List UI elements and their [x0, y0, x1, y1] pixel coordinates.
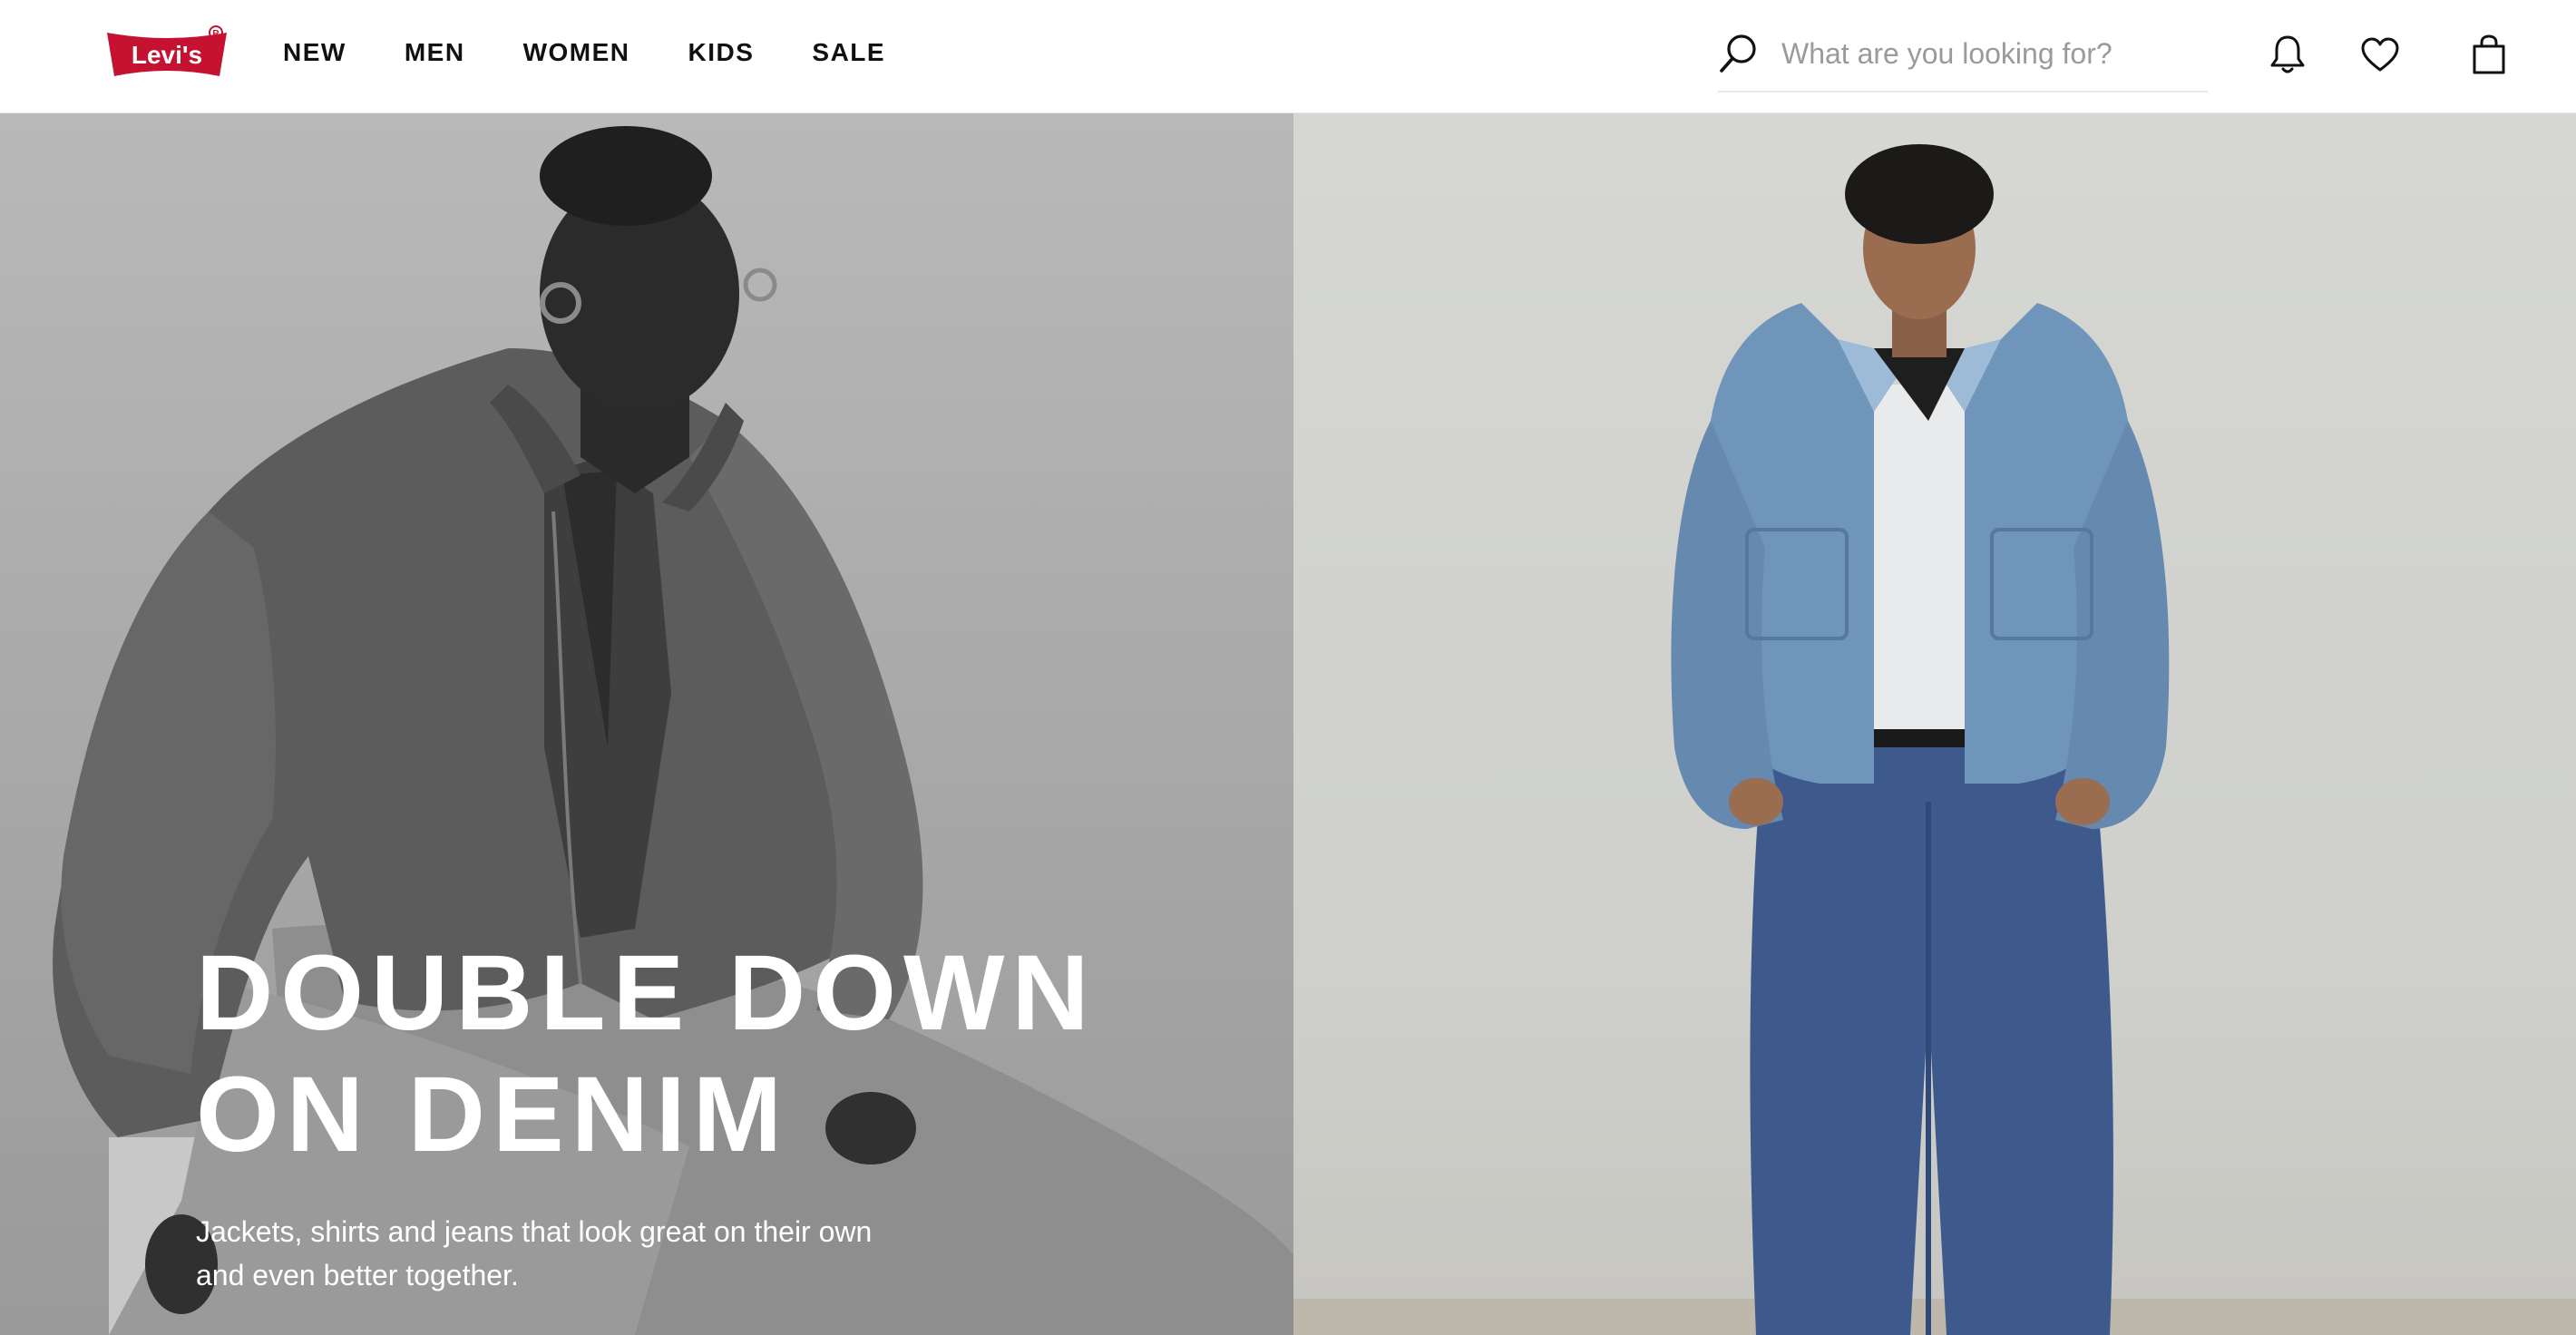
heart-icon[interactable]	[2356, 31, 2404, 78]
hero-subtext-line1: Jackets, shirts and jeans that look grea…	[196, 1215, 873, 1248]
nav-item-sale[interactable]: SALE	[812, 38, 885, 67]
hero-headline-line2: ON DENIM	[196, 1055, 789, 1174]
nav-item-kids[interactable]: KIDS	[688, 38, 755, 67]
hero-text-block: DOUBLE DOWN ON DENIM Jackets, shirts and…	[196, 932, 1194, 1297]
levis-logo[interactable]: Levi's R	[103, 25, 230, 82]
shopping-bag-icon[interactable]	[2465, 31, 2513, 78]
main-nav: NEW MEN WOMEN KIDS SALE	[283, 0, 943, 105]
nav-item-new[interactable]: NEW	[283, 38, 346, 67]
bell-icon[interactable]	[2264, 31, 2311, 78]
man-denim-photo	[1671, 144, 2170, 1335]
site-header: Levi's R NEW MEN WOMEN KIDS SALE	[0, 0, 2576, 113]
search-bar	[1718, 27, 2208, 93]
hero-banner: DOUBLE DOWN ON DENIM Jackets, shirts and…	[0, 112, 2576, 1335]
hero-image-left[interactable]: DOUBLE DOWN ON DENIM Jackets, shirts and…	[0, 112, 1293, 1335]
search-icon[interactable]	[1718, 33, 1758, 74]
hero-subtext-line2: and even better together.	[196, 1259, 519, 1291]
hero-headline: DOUBLE DOWN ON DENIM	[196, 932, 1194, 1175]
svg-text:R: R	[212, 29, 220, 39]
nav-item-men[interactable]: MEN	[405, 38, 465, 67]
hero-image-right[interactable]	[1293, 112, 2576, 1335]
hero-subtext: Jackets, shirts and jeans that look grea…	[196, 1210, 958, 1297]
nav-item-women[interactable]: WOMEN	[523, 38, 630, 67]
search-input[interactable]	[1781, 33, 2199, 74]
hero-headline-line1: DOUBLE DOWN	[196, 933, 1097, 1053]
svg-text:Levi's: Levi's	[132, 41, 202, 69]
